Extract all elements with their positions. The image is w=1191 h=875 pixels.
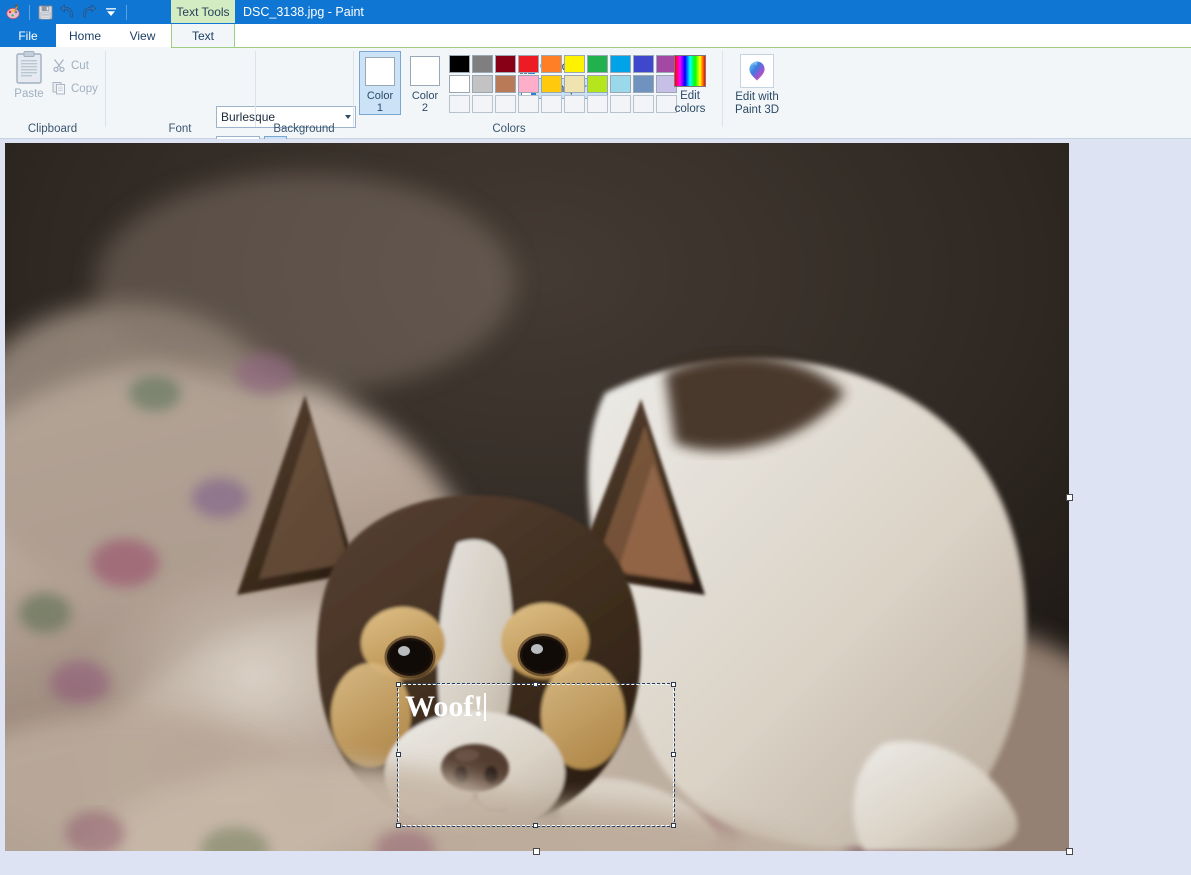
tab-home[interactable]: Home	[56, 24, 114, 47]
color-swatch-1-4[interactable]	[541, 75, 562, 93]
color-swatch-2-1[interactable]	[472, 95, 493, 113]
group-label-background: Background	[273, 123, 335, 135]
qat-separator-2	[126, 4, 127, 20]
canvas-resize-handle-bottom[interactable]	[533, 848, 540, 855]
textbox-handle-nw[interactable]	[396, 682, 401, 687]
paint3d-icon	[740, 54, 774, 88]
color-swatch-0-5[interactable]	[564, 55, 585, 73]
rainbow-icon	[674, 55, 706, 87]
canvas-resize-handle-right[interactable]	[1066, 494, 1073, 501]
color-swatch-1-5[interactable]	[564, 75, 585, 93]
color-1-label-line2: 1	[376, 102, 384, 114]
ribbon-group-font: Burlesque 72 B I U abc Font	[106, 47, 356, 158]
ribbon-tab-row: File Home View Text	[0, 24, 1191, 47]
color-swatch-1-8[interactable]	[633, 75, 654, 93]
textbox-handle-s[interactable]	[533, 823, 538, 828]
color-swatch-0-3[interactable]	[518, 55, 539, 73]
color-swatch-2-8[interactable]	[633, 95, 654, 113]
group-label-clipboard: Clipboard	[27, 123, 78, 135]
textbox-handle-n[interactable]	[533, 682, 538, 687]
canvas-resize-handle-corner[interactable]	[1066, 848, 1073, 855]
window-title: DSC_3138.jpg - Paint	[243, 5, 364, 19]
qat-separator-1	[29, 4, 30, 20]
textbox-handle-w[interactable]	[396, 752, 401, 757]
cut-label: Cut	[71, 60, 89, 72]
color-swatch-0-0[interactable]	[449, 55, 470, 73]
text-selection-box[interactable]: Woof!	[396, 682, 676, 828]
color-swatch-0-4[interactable]	[541, 55, 562, 73]
textbox-handle-se[interactable]	[671, 823, 676, 828]
palette-row	[448, 54, 678, 74]
color-swatch-1-6[interactable]	[587, 75, 608, 93]
group-separator-4	[722, 51, 723, 127]
ribbon-group-clipboard: Paste Cut Copy Clipboard	[0, 47, 105, 138]
color-swatch-2-3[interactable]	[518, 95, 539, 113]
contextual-tab-group-text-tools: Text Tools	[171, 0, 235, 23]
color-swatch-1-7[interactable]	[610, 75, 631, 93]
color-swatch-1-3[interactable]	[518, 75, 539, 93]
copy-button[interactable]: Copy	[52, 78, 98, 100]
color-2-label-line1: Color	[411, 90, 439, 102]
color-swatch-2-5[interactable]	[564, 95, 585, 113]
color-swatch-2-4[interactable]	[541, 95, 562, 113]
undo-icon[interactable]	[56, 1, 78, 23]
textbox-handle-sw[interactable]	[396, 823, 401, 828]
color-swatch-1-2[interactable]	[495, 75, 516, 93]
work-area: Woof!	[0, 139, 1191, 875]
palette-row	[448, 74, 678, 94]
color-2-swatch	[410, 56, 440, 86]
color-swatch-2-0[interactable]	[449, 95, 470, 113]
group-label-font: Font	[168, 123, 192, 135]
color-swatch-2-6[interactable]	[587, 95, 608, 113]
canvas-text-value: Woof!	[405, 690, 484, 723]
edit-colors-line2: colors	[674, 103, 706, 115]
tab-text[interactable]: Text	[171, 24, 235, 47]
color-swatch-0-1[interactable]	[472, 55, 493, 73]
textbox-handle-ne[interactable]	[671, 682, 676, 687]
tab-row-background	[171, 24, 1191, 47]
color-swatch-1-0[interactable]	[449, 75, 470, 93]
color-2-button[interactable]: Color 2	[404, 51, 446, 115]
color-swatch-2-2[interactable]	[495, 95, 516, 113]
ribbon: Paste Cut Copy Clipboard Burlesque Font …	[0, 47, 1191, 158]
color-swatch-0-6[interactable]	[587, 55, 608, 73]
edit-colors-line1: Edit	[680, 90, 700, 102]
color-swatch-0-7[interactable]	[610, 55, 631, 73]
edit-with-paint3d-button[interactable]: Edit with Paint 3D	[724, 51, 790, 129]
copy-label: Copy	[71, 83, 98, 95]
group-label-colors: Colors	[492, 123, 526, 135]
color-swatch-0-8[interactable]	[633, 55, 654, 73]
tab-file[interactable]: File	[0, 24, 56, 47]
palette-row	[448, 94, 678, 114]
color-swatch-2-7[interactable]	[610, 95, 631, 113]
color-palette[interactable]	[448, 54, 678, 114]
color-swatch-1-1[interactable]	[472, 75, 493, 93]
color-1-button[interactable]: Color 1	[359, 51, 401, 115]
textbox-handle-e[interactable]	[671, 752, 676, 757]
copy-icon	[52, 81, 66, 98]
ribbon-group-background: A Opaque A Transparent Background	[256, 47, 608, 138]
ribbon-group-colors: Color 1 Color 2 Edit colors Edit with Pa…	[354, 47, 779, 138]
save-icon[interactable]	[34, 1, 56, 23]
cut-button[interactable]: Cut	[52, 55, 89, 77]
color-1-swatch	[365, 57, 395, 86]
paint3d-line1: Edit with	[735, 91, 779, 103]
paste-button[interactable]: Paste	[8, 51, 50, 115]
color-1-label-line1: Color	[366, 90, 394, 102]
scissors-icon	[52, 58, 66, 75]
canvas-text-overlay: Woof!	[405, 690, 487, 724]
title-bar: Text Tools DSC_3138.jpg - Paint	[0, 0, 1191, 24]
quick-access-toolbar	[0, 0, 131, 24]
tab-view[interactable]: View	[114, 24, 171, 47]
paint3d-line2: Paint 3D	[734, 104, 780, 116]
paint-app-icon[interactable]	[3, 1, 25, 23]
edit-colors-button[interactable]: Edit colors	[664, 51, 716, 129]
paste-label: Paste	[14, 88, 44, 100]
redo-icon[interactable]	[78, 1, 100, 23]
image-canvas[interactable]: Woof!	[5, 143, 1069, 851]
customize-qat-icon[interactable]	[100, 1, 122, 23]
color-2-label-line2: 2	[421, 102, 429, 114]
color-swatch-0-2[interactable]	[495, 55, 516, 73]
text-caret	[484, 693, 487, 721]
